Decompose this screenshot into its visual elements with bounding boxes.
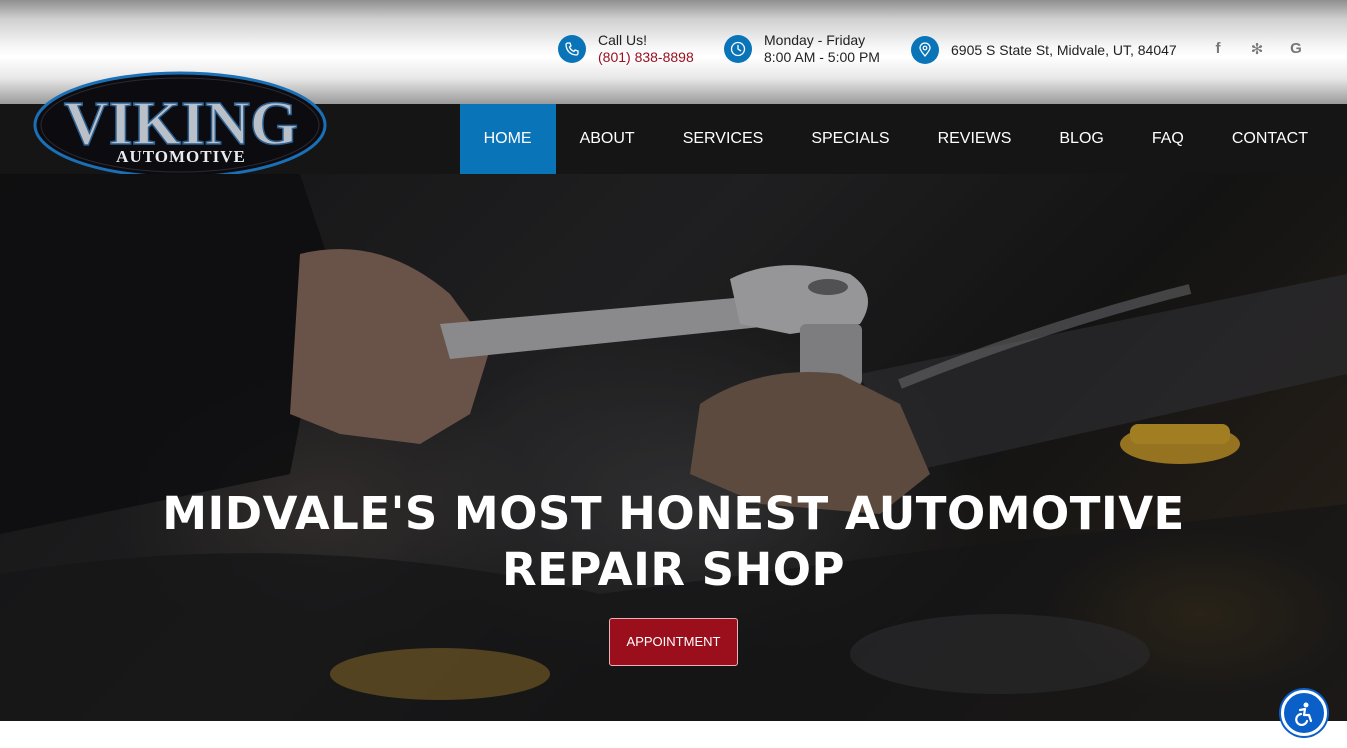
logo-subtitle: AUTOMOTIVE xyxy=(116,147,246,166)
map-pin-icon xyxy=(911,36,939,64)
call-info[interactable]: Call Us! (801) 838-8898 xyxy=(558,32,694,66)
nav-home[interactable]: HOME xyxy=(459,104,556,174)
facebook-icon[interactable]: f xyxy=(1208,40,1228,57)
nav-about[interactable]: ABOUT xyxy=(556,104,659,174)
address-info[interactable]: 6905 S State St, Midvale, UT, 84047 xyxy=(911,36,1177,64)
address-text: 6905 S State St, Midvale, UT, 84047 xyxy=(951,41,1177,58)
google-icon[interactable]: G xyxy=(1286,40,1306,57)
hero-headline-line1: MIDVALE'S MOST HONEST AUTOMOTIVE xyxy=(162,487,1185,540)
nav-specials[interactable]: SPECIALS xyxy=(787,104,913,174)
nav-contact[interactable]: CONTACT xyxy=(1208,104,1332,174)
viking-automotive-logo[interactable]: VIKING AUTOMOTIVE xyxy=(33,71,327,179)
nav-faq[interactable]: FAQ xyxy=(1128,104,1208,174)
nav-blog[interactable]: BLOG xyxy=(1035,104,1127,174)
appointment-button[interactable]: APPOINTMENT xyxy=(609,618,738,666)
nav-reviews[interactable]: REVIEWS xyxy=(914,104,1036,174)
clock-icon xyxy=(724,35,752,63)
accessibility-icon[interactable] xyxy=(1281,690,1327,736)
phone-number-link[interactable]: (801) 838-8898 xyxy=(598,49,694,66)
yelp-icon[interactable]: ✻ xyxy=(1247,40,1267,58)
hero-headline-line2: REPAIR SHOP xyxy=(502,543,845,596)
hours-days: Monday - Friday xyxy=(764,32,866,48)
main-nav: HOME ABOUT SERVICES SPECIALS REVIEWS BLO… xyxy=(459,104,1332,174)
hours-time: 8:00 AM - 5:00 PM xyxy=(764,49,880,65)
hours-info: Monday - Friday 8:00 AM - 5:00 PM xyxy=(724,32,880,66)
phone-icon xyxy=(558,35,586,63)
nav-services[interactable]: SERVICES xyxy=(659,104,788,174)
hero-headline: MIDVALE'S MOST HONEST AUTOMOTIVE REPAIR … xyxy=(0,486,1347,598)
call-label: Call Us! xyxy=(598,32,648,48)
hero-banner: MIDVALE'S MOST HONEST AUTOMOTIVE REPAIR … xyxy=(0,174,1347,721)
